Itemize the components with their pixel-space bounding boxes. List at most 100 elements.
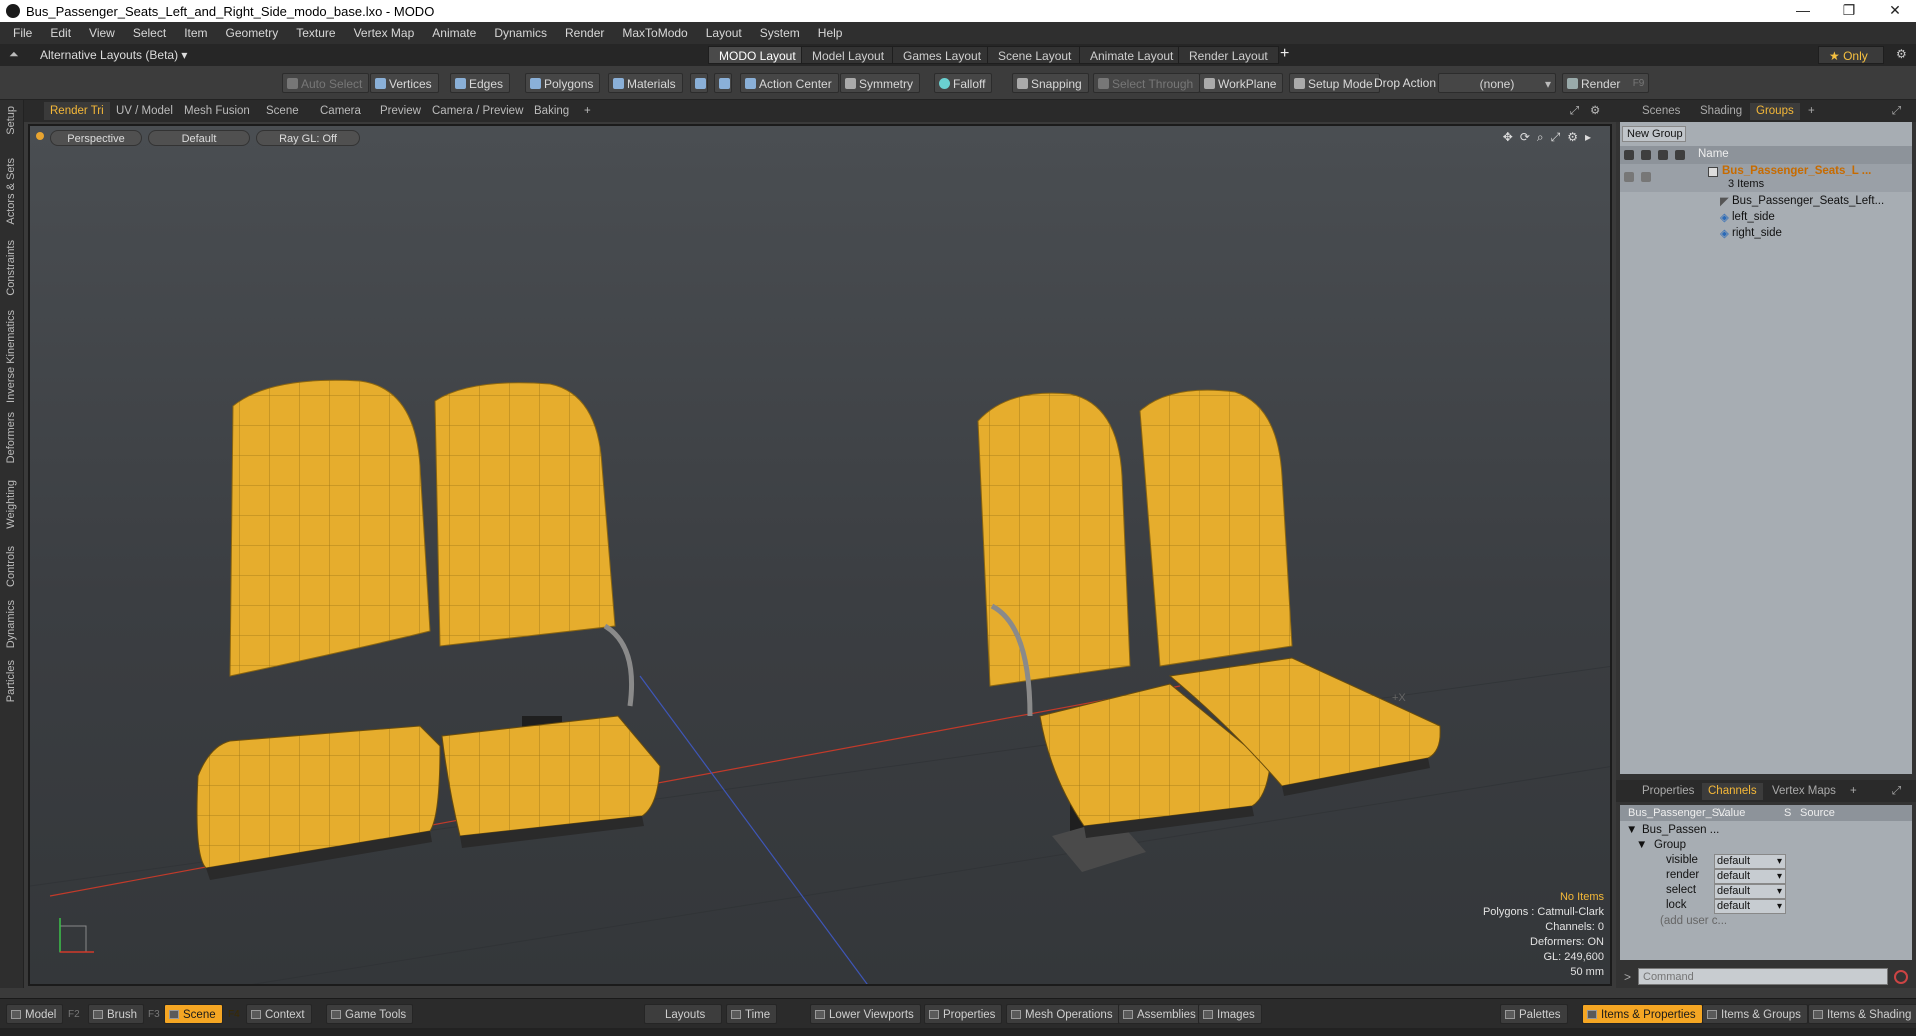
add-scene-tab-button[interactable]: + xyxy=(1802,103,1821,120)
select-icon[interactable] xyxy=(1675,150,1685,160)
tab-scenes[interactable]: Scenes xyxy=(1636,103,1686,120)
group-child-row[interactable]: ◈ right_side xyxy=(1716,226,1912,242)
select-mode-a-button[interactable] xyxy=(690,73,708,93)
edges-button[interactable]: Edges xyxy=(450,73,511,93)
menu-maxtomodo[interactable]: MaxToModo xyxy=(613,22,696,44)
auto-select-button[interactable]: Auto Select xyxy=(282,73,370,93)
menu-view[interactable]: View xyxy=(80,22,124,44)
menu-vertex-map[interactable]: Vertex Map xyxy=(345,22,424,44)
tab-baking[interactable]: Baking xyxy=(528,102,575,120)
scene-button[interactable]: Scene xyxy=(164,1004,223,1024)
game-tools-button[interactable]: Game Tools xyxy=(326,1004,414,1024)
menu-item[interactable]: Item xyxy=(175,22,216,44)
tab-scene-layout[interactable]: Scene Layout xyxy=(987,46,1083,64)
menu-dynamics[interactable]: Dynamics xyxy=(485,22,556,44)
tab-shading[interactable]: Shading xyxy=(1694,103,1748,120)
minimize-button[interactable]: — xyxy=(1780,0,1826,22)
command-input[interactable] xyxy=(1638,968,1888,985)
menu-file[interactable]: File xyxy=(4,22,41,44)
properties-button[interactable]: Properties xyxy=(924,1004,1003,1024)
falloff-button[interactable]: Falloff xyxy=(934,73,993,93)
close-button[interactable]: ✕ xyxy=(1872,0,1916,22)
tab-inverse-kinematics[interactable]: Inverse Kinematics xyxy=(5,310,17,403)
tab-uv-model[interactable]: UV / Model xyxy=(110,102,179,120)
tab-actors-sets[interactable]: Actors & Sets xyxy=(5,158,17,225)
context-button[interactable]: Context xyxy=(246,1004,312,1024)
restore-button[interactable]: ❐ xyxy=(1826,0,1872,22)
expand-arrow-icon[interactable]: ▼ xyxy=(1636,839,1647,851)
expand-arrow-icon[interactable]: ▼ xyxy=(1626,824,1637,836)
properties-panel-expand-icon[interactable]: ⤢ xyxy=(1886,783,1907,800)
tab-properties[interactable]: Properties xyxy=(1636,783,1700,800)
menu-system[interactable]: System xyxy=(751,22,809,44)
vertices-button[interactable]: Vertices xyxy=(370,73,439,93)
select-through-button[interactable]: Select Through xyxy=(1093,73,1201,93)
tab-animate-layout[interactable]: Animate Layout xyxy=(1079,46,1185,64)
layouts-button[interactable]: Layouts xyxy=(644,1004,722,1024)
channel-value-render[interactable]: default xyxy=(1714,869,1786,884)
group-child-row[interactable]: ◤ Bus_Passenger_Seats_Left... xyxy=(1716,194,1912,210)
channel-value-select[interactable]: default xyxy=(1714,884,1786,899)
tab-preview[interactable]: Preview xyxy=(374,102,427,120)
model-button[interactable]: Model xyxy=(6,1004,64,1024)
menu-geometry[interactable]: Geometry xyxy=(217,22,288,44)
select-mode-b-button[interactable] xyxy=(714,73,732,93)
tab-modo-layout[interactable]: MODO Layout xyxy=(708,46,807,64)
brush-button[interactable]: Brush xyxy=(88,1004,145,1024)
render-button[interactable]: Render F9 xyxy=(1562,73,1650,93)
items-groups-button[interactable]: Items & Groups xyxy=(1702,1004,1808,1024)
add-viewport-tab-button[interactable]: + xyxy=(578,102,597,120)
scene-panel-expand-icon[interactable]: ⤢ xyxy=(1886,103,1907,120)
viewport-gear-icon[interactable]: ⚙ xyxy=(1584,102,1606,120)
add-properties-tab-button[interactable]: + xyxy=(1844,783,1863,800)
viewport-expand-icon[interactable]: ⤢ xyxy=(1564,102,1585,120)
only-toggle[interactable]: ★ Only xyxy=(1818,46,1884,64)
layout-settings-gear-icon[interactable]: ⚙ xyxy=(1896,47,1907,61)
materials-button[interactable]: Materials xyxy=(608,73,683,93)
tab-games-layout[interactable]: Games Layout xyxy=(892,46,993,64)
collapse-icon[interactable]: ⏶ xyxy=(9,47,19,62)
assemblies-button[interactable]: Assemblies xyxy=(1118,1004,1203,1024)
root-render-icon[interactable] xyxy=(1641,172,1651,182)
palettes-button[interactable]: Palettes xyxy=(1500,1004,1568,1024)
channel-group[interactable]: Group xyxy=(1654,839,1686,851)
tab-groups[interactable]: Groups xyxy=(1750,103,1800,120)
group-child-row[interactable]: ◈ left_side xyxy=(1716,210,1912,226)
menu-render[interactable]: Render xyxy=(556,22,613,44)
items-shading-button[interactable]: Items & Shading xyxy=(1808,1004,1916,1024)
3d-viewport[interactable]: Perspective Default Ray GL: Off ✥⟳⌕⤢⚙▸ +… xyxy=(28,124,1612,986)
add-layout-button[interactable]: + xyxy=(1280,45,1289,63)
time-button[interactable]: Time xyxy=(726,1004,778,1024)
tab-mesh-fusion[interactable]: Mesh Fusion xyxy=(178,102,256,120)
tab-constraints[interactable]: Constraints xyxy=(5,240,17,296)
images-button[interactable]: Images xyxy=(1198,1004,1262,1024)
add-user-channel[interactable]: (add user c... xyxy=(1660,915,1727,927)
menu-select[interactable]: Select xyxy=(124,22,175,44)
lower-viewports-button[interactable]: Lower Viewports xyxy=(810,1004,921,1024)
tab-deformers[interactable]: Deformers xyxy=(5,412,17,463)
action-center-button[interactable]: Action Center xyxy=(740,73,839,93)
new-group-button[interactable]: New Group xyxy=(1622,126,1686,142)
channel-value-visible[interactable]: default xyxy=(1714,854,1786,869)
tab-setup[interactable]: Setup xyxy=(5,106,17,135)
visibility-eye-icon[interactable] xyxy=(1624,150,1634,160)
tab-controls[interactable]: Controls xyxy=(5,546,17,587)
tab-particles[interactable]: Particles xyxy=(5,660,17,702)
menu-layout[interactable]: Layout xyxy=(697,22,751,44)
alternative-layouts-menu[interactable]: Alternative Layouts (Beta) ▾ xyxy=(40,48,187,62)
tab-weighting[interactable]: Weighting xyxy=(5,480,17,529)
items-properties-button[interactable]: Items & Properties xyxy=(1582,1004,1703,1024)
symmetry-button[interactable]: Symmetry xyxy=(840,73,920,93)
setup-mode-button[interactable]: Setup Mode xyxy=(1289,73,1380,93)
drop-action-select[interactable]: (none) ▾ xyxy=(1438,73,1556,93)
menu-edit[interactable]: Edit xyxy=(41,22,80,44)
menu-animate[interactable]: Animate xyxy=(423,22,485,44)
tab-camera[interactable]: Camera xyxy=(314,102,367,120)
tab-camera-preview[interactable]: Camera / Preview xyxy=(426,102,529,120)
tab-dynamics[interactable]: Dynamics xyxy=(5,600,17,648)
channel-item[interactable]: Bus_Passen ... xyxy=(1642,824,1719,836)
menu-texture[interactable]: Texture xyxy=(287,22,344,44)
group-root-row[interactable]: Bus_Passenger_Seats_L ... 3 Items xyxy=(1620,164,1912,192)
tab-vertex-maps[interactable]: Vertex Maps xyxy=(1766,783,1842,800)
polygons-button[interactable]: Polygons xyxy=(525,73,601,93)
